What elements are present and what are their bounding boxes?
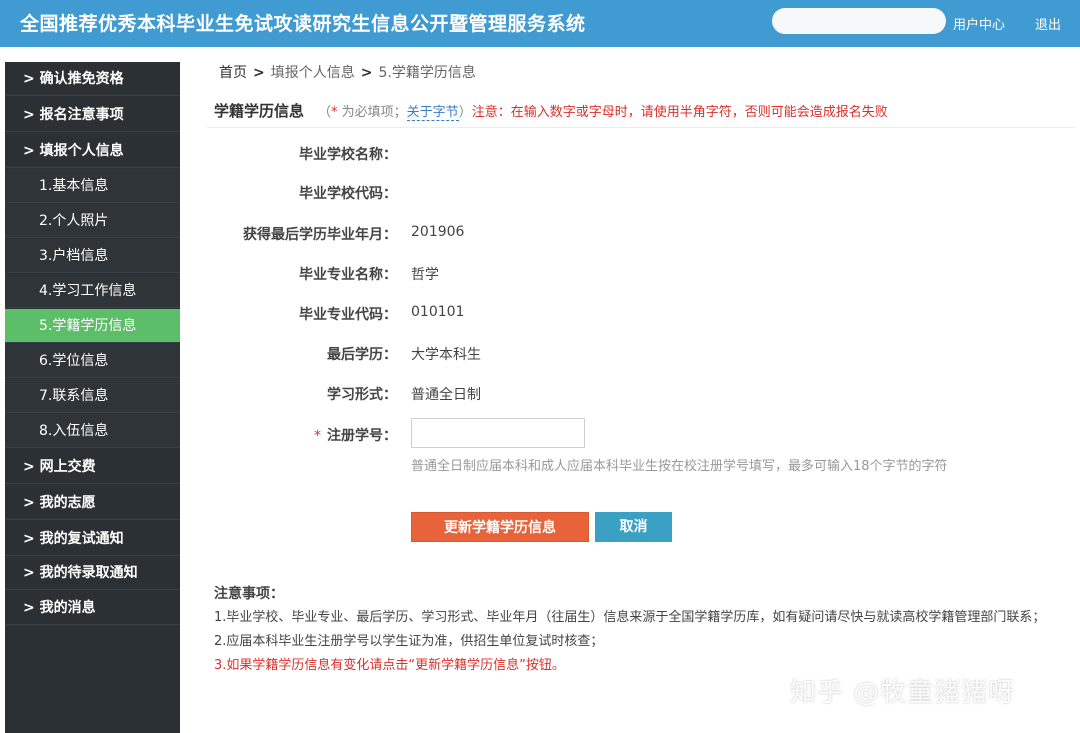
label-grad-date: 获得最后学历毕业年月： — [243, 227, 397, 243]
sidebar-item-household-file[interactable]: 3.户档信息 — [5, 239, 180, 273]
label-last-degree: 最后学历： — [327, 347, 397, 363]
label-major-name: 毕业专业名称： — [299, 267, 397, 283]
sidebar-item-retest-notice[interactable]: > 我的复试通知 — [5, 522, 180, 556]
logout-link[interactable]: 退出 — [1035, 14, 1061, 33]
page-title: 学籍学历信息 — [214, 102, 305, 120]
sidebar-item-photo[interactable]: 2.个人照片 — [5, 204, 180, 238]
watermark: 知乎 @牧童猪猪呀 — [790, 678, 1016, 708]
header-bar: 全国推荐优秀本科毕业生免试攻读研究生信息公开暨管理服务系统 用户中心 退出 — [0, 0, 1080, 47]
value-major-name: 哲学 — [411, 267, 439, 283]
student-id-hint: 普通全日制应届本科和成人应届本科毕业生按在校注册学号填写，最多可输入18个字节的… — [411, 459, 948, 474]
paren-open: （ — [318, 105, 332, 120]
sidebar-item-basic-info[interactable]: 1.基本信息 — [5, 169, 180, 203]
section-divider — [207, 127, 1075, 128]
paren-close: ） — [458, 105, 472, 120]
sidebar-item-confirm-qualification[interactable]: > 确认推免资格 — [5, 62, 180, 96]
breadcrumb-personal-info[interactable]: 填报个人信息 — [271, 65, 355, 81]
value-major-code: 010101 — [411, 304, 465, 320]
sidebar-item-personal-info[interactable]: > 填报个人信息 — [5, 134, 180, 168]
note-item: 1.毕业学校、毕业专业、最后学历、学习形式、毕业年月（往届生）信息来源于全国学籍… — [214, 610, 1046, 625]
required-note: 为必填项； — [337, 105, 407, 120]
breadcrumb-separator-icon: > — [360, 65, 373, 81]
sidebar-item-admission-notice[interactable]: > 我的待录取通知 — [5, 556, 180, 590]
about-bytes-link[interactable]: 关于字节 — [406, 105, 459, 121]
sidebar-item-study-work[interactable]: 4.学习工作信息 — [5, 274, 180, 308]
value-grad-date: 201906 — [411, 224, 465, 240]
redacted-username — [772, 8, 946, 34]
label-student-id: * 注册学号： — [197, 425, 397, 445]
label-student-id-text: 注册学号： — [327, 428, 397, 444]
breadcrumb-home[interactable]: 首页 — [219, 65, 247, 81]
cancel-button[interactable]: 取消 — [595, 512, 672, 542]
label-school-code: 毕业学校代码： — [299, 186, 397, 202]
student-id-input[interactable] — [411, 418, 585, 448]
value-study-form: 普通全日制 — [411, 387, 481, 403]
update-education-button[interactable]: 更新学籍学历信息 — [411, 512, 589, 542]
sidebar-item-my-applications[interactable]: > 我的志愿 — [5, 486, 180, 520]
breadcrumb-separator-icon: > — [253, 65, 265, 81]
notes-section: 注意事项： 1.毕业学校、毕业专业、最后学历、学习形式、毕业年月（往届生）信息来… — [214, 582, 1074, 678]
required-star-icon: * — [314, 428, 321, 444]
breadcrumb: 首页 > 填报个人信息 >5.学籍学历信息 — [219, 62, 476, 82]
sidebar-nav: > 确认推免资格 > 报名注意事项 > 填报个人信息 1.基本信息 2.个人照片… — [5, 62, 180, 733]
sidebar-item-registration-notes[interactable]: > 报名注意事项 — [5, 98, 180, 132]
label-study-form: 学习形式： — [327, 387, 397, 403]
notes-title: 注意事项： — [214, 586, 284, 602]
sidebar-item-military[interactable]: 8.入伍信息 — [5, 414, 180, 448]
breadcrumb-current: 5.学籍学历信息 — [378, 65, 476, 81]
sidebar-item-education-status[interactable]: 5.学籍学历信息 — [5, 309, 180, 343]
section-header: 学籍学历信息 （* 为必填项；关于字节）注意：在输入数字或字母时，请使用半角字符，… — [214, 100, 1074, 121]
note-item: 2.应届本科毕业生注册学号以学生证为准，供招生单位复试时核查； — [214, 634, 604, 649]
system-title: 全国推荐优秀本科毕业生免试攻读研究生信息公开暨管理服务系统 — [20, 13, 586, 35]
half-width-warning: 注意：在输入数字或字母时，请使用半角字符，否则可能会造成报名失败 — [471, 105, 888, 120]
sidebar-item-my-messages[interactable]: > 我的消息 — [5, 591, 180, 625]
label-major-code: 毕业专业代码： — [299, 307, 397, 323]
sidebar-item-contact[interactable]: 7.联系信息 — [5, 379, 180, 413]
value-last-degree: 大学本科生 — [411, 347, 481, 363]
sidebar-item-online-payment[interactable]: > 网上交费 — [5, 450, 180, 484]
label-school-name: 毕业学校名称： — [299, 147, 397, 163]
user-center-link[interactable]: 用户中心 — [953, 14, 1005, 33]
sidebar-item-degree[interactable]: 6.学位信息 — [5, 344, 180, 378]
